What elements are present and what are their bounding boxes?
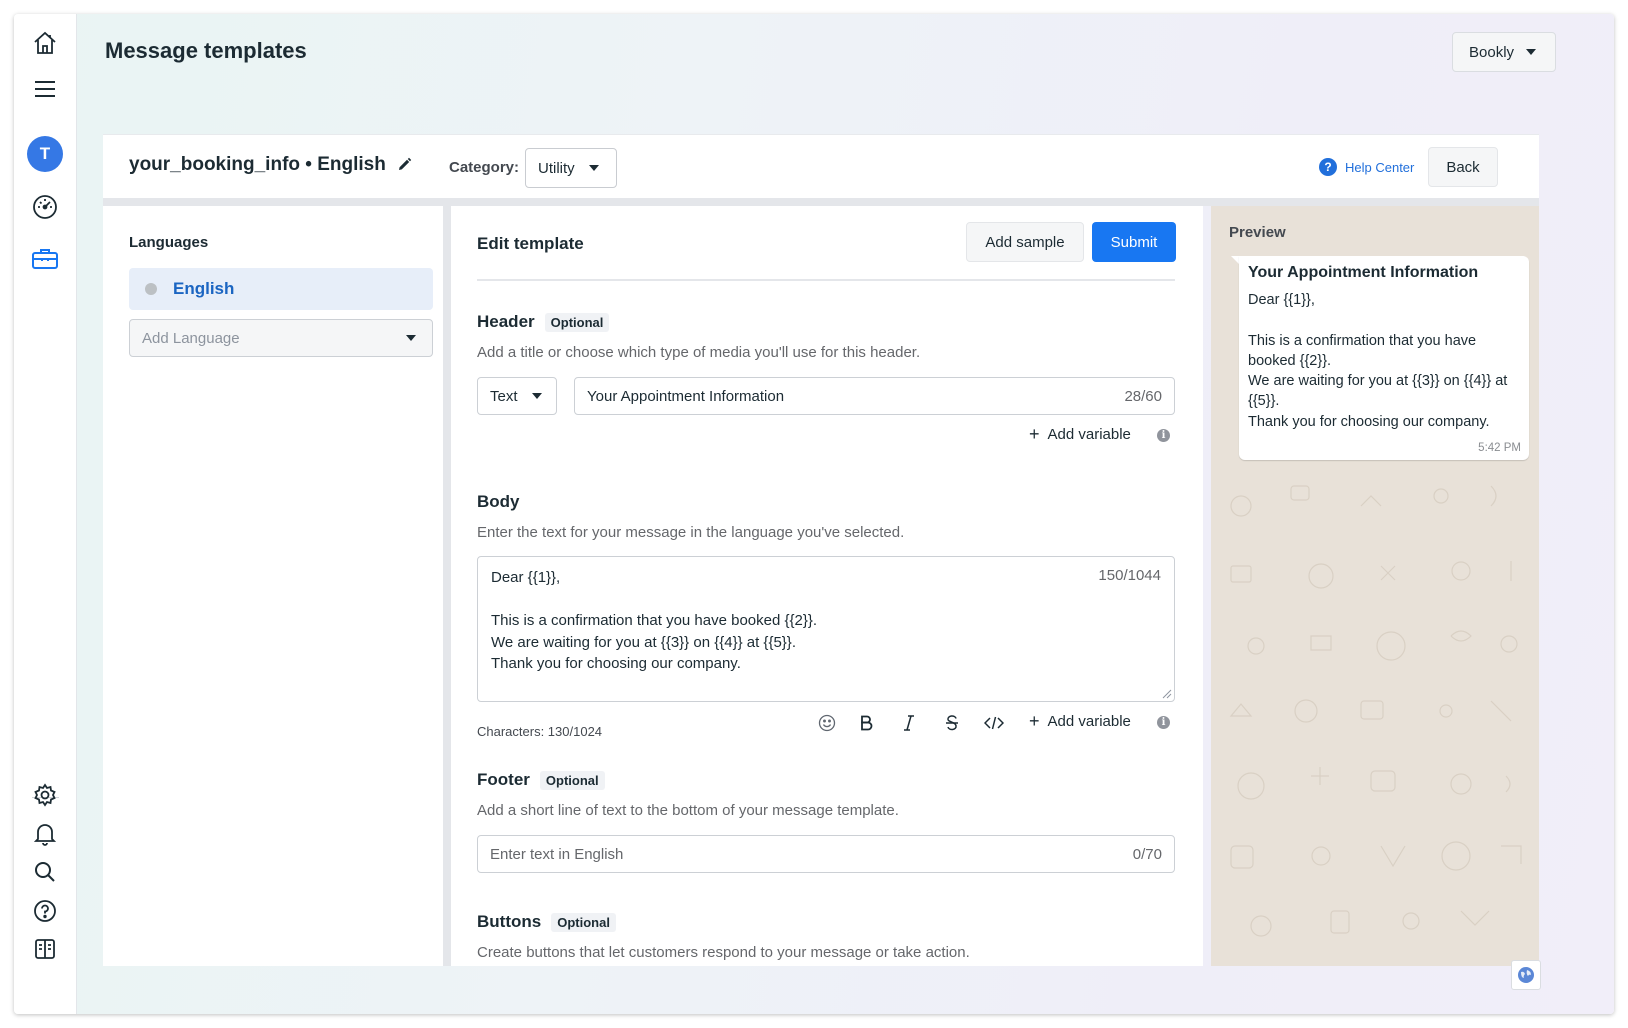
briefcase-icon[interactable] [30,244,60,274]
message-body: Dear {{1}}, This is a confirmation that … [1248,292,1508,430]
template-name: your_booking_info • English [129,154,386,175]
header-type-value: Text [490,387,518,405]
header-add-variable-button[interactable]: + Add variable [1029,425,1131,443]
header-section-title: Header Optional [477,312,610,332]
app-window: T Message templates Bookly your_booking_… [14,14,1614,1014]
header-type-select[interactable]: Text [477,377,557,415]
caret-down-icon [531,393,542,399]
page-title: Message templates [105,38,307,63]
footer-text-input[interactable]: Enter text in English 0/70 [477,835,1175,873]
help-center-label: Help Center [1345,159,1415,175]
back-button[interactable]: Back [1428,147,1498,187]
optional-badge: Optional [539,770,605,790]
globe-icon[interactable] [1511,960,1541,990]
header-counter: 28/60 [1124,387,1162,405]
plus-icon: + [1029,424,1040,444]
bell-icon[interactable] [30,819,60,849]
caret-down-icon [1526,49,1537,55]
caret-down-icon [406,335,416,341]
optional-badge: Optional [544,312,610,332]
edit-template-title: Edit template [477,234,584,253]
footer-section-title: Footer Optional [477,770,605,790]
add-variable-label: Add variable [1047,712,1131,730]
dashboard-icon[interactable] [30,192,60,222]
panel-divider [443,206,451,966]
resize-handle-icon[interactable] [1162,689,1172,699]
home-icon[interactable] [30,28,60,58]
body-section-title: Body [477,492,520,512]
submit-button[interactable]: Submit [1092,222,1176,262]
body-text: Dear {{1}}, This is a confirmation that … [491,569,818,672]
languages-title: Languages [129,234,209,251]
template-header: your_booking_info • English Category: Ut… [103,134,1539,198]
status-dot [145,283,157,295]
italic-icon[interactable] [896,711,922,735]
add-variable-label: Add variable [1047,425,1131,443]
footer-title: Footer [477,770,530,789]
optional-badge: Optional [551,912,616,932]
buttons-section-title: Buttons Optional [477,912,616,932]
buttons-title: Buttons [477,912,542,931]
bold-icon[interactable] [853,711,879,735]
gear-icon[interactable] [30,780,60,810]
code-icon[interactable] [981,711,1007,735]
info-icon[interactable]: i [1157,429,1170,442]
language-label: English [173,279,235,298]
category-value: Utility [538,159,575,177]
header-text-value: Your Appointment Information [587,387,785,405]
characters-count: Characters: 130/1024 [477,724,603,739]
pencil-icon[interactable] [397,157,412,177]
language-item-english[interactable]: English [129,268,433,310]
strikethrough-icon[interactable] [939,711,965,735]
nav-rail: T [14,14,77,1014]
info-icon[interactable]: i [1157,716,1170,729]
avatar[interactable]: T [27,136,63,172]
body-textarea[interactable]: Dear {{1}}, This is a confirmation that … [477,556,1175,702]
category-select[interactable]: Utility [525,148,617,188]
account-selector[interactable]: Bookly [1452,32,1556,72]
help-icon[interactable] [30,896,60,926]
edit-template-panel: Edit template Add sample Submit Header O… [451,206,1203,966]
search-icon[interactable] [30,857,60,887]
add-language-select[interactable]: Add Language [129,319,433,357]
footer-placeholder: Enter text in English [490,845,624,863]
caret-down-icon [588,165,599,171]
body-add-variable-button[interactable]: + Add variable [1029,712,1131,730]
message-bubble: Your Appointment Information Dear {{1}},… [1239,256,1529,460]
buttons-description: Create buttons that let customers respon… [477,944,970,961]
message-time: 5:42 PM [1478,442,1521,454]
languages-panel: Languages English Add Language [103,206,443,966]
footer-description: Add a short line of text to the bottom o… [477,802,899,819]
preview-panel: Preview Your Appointment Information Dea… [1211,206,1539,966]
add-language-placeholder: Add Language [142,329,240,347]
body-counter: 150/1044 [1098,567,1161,584]
header-description: Add a title or choose which type of medi… [477,344,921,361]
panel-toggle-icon[interactable] [30,934,60,964]
message-title: Your Appointment Information [1248,264,1479,281]
header-text-input[interactable]: Your Appointment Information 28/60 [574,377,1175,415]
divider-strip [103,198,1539,206]
divider [477,279,1175,281]
account-name: Bookly [1469,43,1515,61]
add-sample-button[interactable]: Add sample [966,222,1084,262]
footer-counter: 0/70 [1132,845,1162,863]
avatar-initial: T [39,144,51,163]
body-description: Enter the text for your message in the l… [477,524,905,541]
menu-icon[interactable] [30,74,60,104]
preview-title: Preview [1229,224,1286,241]
emoji-icon[interactable] [814,711,840,735]
question-circle-icon: ? [1319,158,1337,176]
category-label: Category: [449,159,520,176]
header-title: Header [477,312,535,331]
plus-icon: + [1029,711,1040,731]
help-center-link[interactable]: ? Help Center [1319,158,1414,176]
body-title: Body [477,492,520,511]
